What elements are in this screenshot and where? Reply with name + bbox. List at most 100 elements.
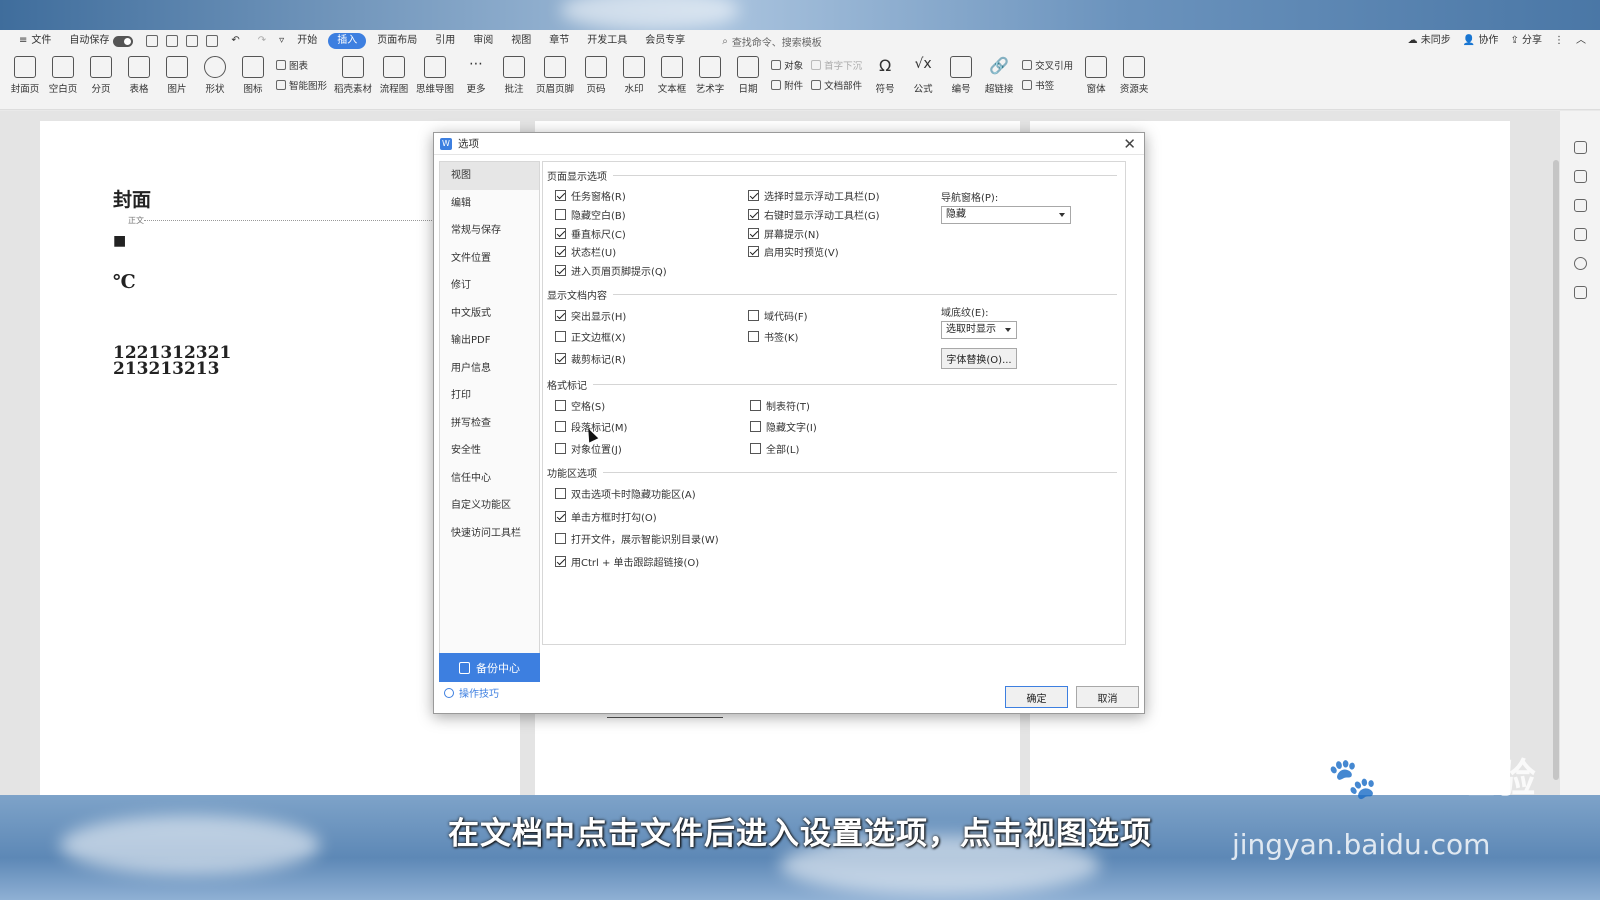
autosave[interactable]: 自动保存 <box>60 30 142 52</box>
pen-icon[interactable] <box>1573 170 1587 183</box>
numbering-button[interactable]: 编号 <box>945 56 977 95</box>
cb-screentip[interactable]: 屏幕提示(N) <box>748 226 819 241</box>
tab-references[interactable]: 引用 <box>426 30 464 52</box>
comment-button[interactable]: 批注 <box>498 56 530 95</box>
textbox-button[interactable]: 文本框 <box>656 56 688 95</box>
cb-space[interactable]: 空格(S) <box>555 398 605 413</box>
checkbox[interactable] <box>555 331 566 342</box>
nav-export-pdf[interactable]: 输出PDF <box>440 327 539 355</box>
smartart-button[interactable]: 智能图形 <box>276 78 327 92</box>
checkbox-checked[interactable] <box>555 246 566 257</box>
checkbox[interactable] <box>555 400 566 411</box>
checkbox-checked[interactable] <box>555 190 566 201</box>
checkbox-checked[interactable] <box>555 353 566 364</box>
nav-pane-select[interactable]: 隐藏 <box>941 206 1071 224</box>
cb-tab-char[interactable]: 制表符(T) <box>750 398 810 413</box>
cb-live-preview[interactable]: 启用实时预览(V) <box>748 244 839 259</box>
crossref-button[interactable]: 交叉引用 <box>1022 58 1073 72</box>
chart-button[interactable]: 图表 <box>276 58 327 72</box>
cb-hide-blank[interactable]: 隐藏空白(B) <box>555 207 626 222</box>
checkbox-checked[interactable] <box>555 228 566 239</box>
date-button[interactable]: 日期 <box>732 56 764 95</box>
icon-button[interactable]: 图标 <box>237 56 269 95</box>
cb-dblclick-hide-ribbon[interactable]: 双击选项卡时隐藏功能区(A) <box>555 486 696 501</box>
nav-print[interactable]: 打印 <box>440 382 539 410</box>
formula-button[interactable]: √x 公式 <box>907 56 939 95</box>
object-button[interactable]: 对象 <box>771 58 803 72</box>
cb-float-right[interactable]: 右键时显示浮动工具栏(G) <box>748 207 880 222</box>
tab-view[interactable]: 视图 <box>502 30 540 52</box>
cb-crop-marks[interactable]: 裁剪标记(R) <box>555 351 626 366</box>
checkbox-checked[interactable] <box>555 265 566 276</box>
preview-icon[interactable] <box>206 35 219 47</box>
checkbox[interactable] <box>555 533 566 544</box>
shape-button[interactable]: 形状 <box>199 56 231 95</box>
nav-quick-access[interactable]: 快速访问工具栏 <box>440 520 539 548</box>
field-shading-select[interactable]: 选取时显示 <box>941 321 1017 339</box>
checkbox-checked[interactable] <box>748 228 759 239</box>
nav-general-save[interactable]: 常规与保存 <box>440 217 539 245</box>
command-search[interactable]: ⌕ 查找命令、搜索模板 <box>722 34 822 49</box>
hyperlink-button[interactable]: 🔗 超链接 <box>983 56 1015 95</box>
autosave-toggle[interactable] <box>113 35 134 47</box>
tab-section[interactable]: 章节 <box>540 30 578 52</box>
checkbox-checked[interactable] <box>555 511 566 522</box>
cb-statusbar[interactable]: 状态栏(U) <box>555 244 616 259</box>
wordart-button[interactable]: 艺术字 <box>694 56 726 95</box>
file-menu[interactable]: ≡ 文件 <box>10 30 60 52</box>
checkbox-checked[interactable] <box>748 209 759 220</box>
customize-icon[interactable]: ▿ <box>275 30 288 52</box>
cb-highlight[interactable]: 突出显示(H) <box>555 308 626 323</box>
print-icon[interactable] <box>186 35 199 47</box>
cover-page-button[interactable]: 封面页 <box>9 56 41 95</box>
form-button[interactable]: 窗体 <box>1080 56 1112 95</box>
help-icon[interactable] <box>1573 257 1587 270</box>
doc-parts-button[interactable]: 文档部件 <box>811 78 862 92</box>
nav-file-location[interactable]: 文件位置 <box>440 245 539 273</box>
checkbox[interactable] <box>555 443 566 454</box>
vertical-scrollbar[interactable] <box>1552 130 1560 790</box>
checkbox-checked[interactable] <box>555 310 566 321</box>
checkbox[interactable] <box>750 400 761 411</box>
backup-center-button[interactable]: 备份中心 <box>439 653 540 682</box>
tab-member[interactable]: 会员专享 <box>636 30 694 52</box>
checkbox[interactable] <box>750 443 761 454</box>
cb-field-code[interactable]: 域代码(F) <box>748 308 808 323</box>
more-button[interactable]: ⋯ 更多 <box>460 56 492 95</box>
cb-bookmark[interactable]: 书签(K) <box>748 329 798 344</box>
ok-button[interactable]: 确定 <box>1005 686 1068 708</box>
sync-status[interactable]: ☁ 未同步 <box>1408 30 1451 52</box>
cb-vertical-ruler[interactable]: 垂直标尺(C) <box>555 226 626 241</box>
mindmap-button[interactable]: 思维导图 <box>416 56 454 95</box>
tab-insert[interactable]: 插入 <box>328 33 367 49</box>
font-substitution-button[interactable]: 字体替换(O)... <box>941 348 1017 369</box>
nav-edit[interactable]: 编辑 <box>440 190 539 218</box>
more-icon[interactable]: ⋮ <box>1554 30 1564 52</box>
redo-icon[interactable]: ↷ <box>249 30 275 52</box>
cb-ctrl-click-link[interactable]: 用Ctrl + 单击跟踪超链接(O) <box>555 554 699 569</box>
undo-icon[interactable]: ↶ <box>222 30 248 52</box>
docer-material-button[interactable]: 稻壳素材 <box>334 56 372 95</box>
cb-hidden-text[interactable]: 隐藏文字(I) <box>750 419 817 434</box>
checkbox-checked[interactable] <box>748 190 759 201</box>
cb-object-position[interactable]: 对象位置(J) <box>555 441 622 456</box>
cb-float-select[interactable]: 选择时显示浮动工具栏(D) <box>748 188 880 203</box>
checkbox-checked[interactable] <box>748 246 759 257</box>
close-icon[interactable]: ✕ <box>1123 135 1136 153</box>
settings-icon[interactable] <box>1573 228 1587 241</box>
watermark-button[interactable]: 水印 <box>618 56 650 95</box>
table-button[interactable]: 表格 <box>123 56 155 95</box>
flowchart-button[interactable]: 流程图 <box>378 56 410 95</box>
resource-button[interactable]: 资源夹 <box>1118 56 1150 95</box>
symbol-button[interactable]: Ω 符号 <box>869 56 901 95</box>
checkbox[interactable] <box>555 209 566 220</box>
attachment-button[interactable]: 附件 <box>771 78 803 92</box>
nav-security[interactable]: 安全性 <box>440 437 539 465</box>
tab-layout[interactable]: 页面布局 <box>368 30 426 52</box>
nav-custom-ribbon[interactable]: 自定义功能区 <box>440 492 539 520</box>
cancel-button[interactable]: 取消 <box>1076 686 1139 708</box>
style-icon[interactable] <box>1573 141 1587 154</box>
nav-user-info[interactable]: 用户信息 <box>440 355 539 383</box>
blank-page-button[interactable]: 空白页 <box>47 56 79 95</box>
nav-spellcheck[interactable]: 拼写检查 <box>440 410 539 438</box>
